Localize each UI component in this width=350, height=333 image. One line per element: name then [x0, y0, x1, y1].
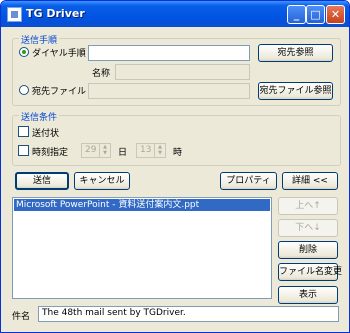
- app-icon[interactable]: [7, 7, 22, 22]
- dest-file-input: [88, 83, 250, 99]
- hour-unit: 時: [173, 148, 183, 158]
- hour-spinner: 13 ▲ ▼: [136, 143, 166, 158]
- hour-spin-arrows: ▲ ▼: [154, 144, 165, 157]
- dial-input[interactable]: [88, 45, 250, 61]
- day-unit: 日: [118, 148, 128, 158]
- dest-browse-button[interactable]: 宛先参照: [258, 44, 333, 62]
- properties-button[interactable]: プロパティ: [220, 172, 277, 190]
- dest-file-radio[interactable]: [19, 85, 29, 95]
- day-spinner: 29 ▲ ▼: [81, 143, 111, 158]
- move-up-button: 上へ↑: [278, 197, 338, 215]
- delete-button[interactable]: 削除: [278, 241, 338, 259]
- dial-radio[interactable]: [19, 47, 29, 57]
- rename-button[interactable]: ファイル名変更: [278, 263, 342, 281]
- time-label: 時刻指定: [32, 148, 69, 158]
- hour-value: 13: [140, 145, 152, 155]
- send-conditions-group: 送信条件: [12, 110, 341, 166]
- name-label: 名称: [92, 69, 111, 79]
- close-button[interactable]: ✕: [326, 5, 345, 24]
- window-title: TG Driver: [26, 7, 85, 20]
- dial-label: ダイヤル手順: [32, 49, 86, 59]
- dest-file-browse-button[interactable]: 宛先ファイル参照: [258, 82, 333, 100]
- cover-label: 送付状: [32, 129, 60, 139]
- send-conditions-legend: 送信条件: [19, 110, 60, 123]
- cancel-button[interactable]: キャンセル: [74, 172, 130, 190]
- tg-driver-window: TG Driver _ □ ✕ 送信手順 ダイヤル手順 宛先参照 名称 宛先ファ…: [0, 0, 350, 333]
- view-button[interactable]: 表示: [278, 286, 338, 304]
- subject-label: 件名: [12, 312, 31, 322]
- subject-input[interactable]: The 48th mail sent by TGDriver.: [38, 306, 339, 322]
- send-button[interactable]: 送信: [15, 172, 69, 190]
- dest-file-label: 宛先ファイル: [32, 87, 87, 97]
- cover-checkbox[interactable]: [18, 126, 29, 137]
- day-spin-arrows: ▲ ▼: [99, 144, 110, 157]
- title-bar[interactable]: TG Driver _ □ ✕: [1, 1, 349, 27]
- details-button[interactable]: 詳細 <<: [282, 172, 338, 190]
- move-down-button: 下へ↓: [278, 219, 338, 237]
- day-value: 29: [85, 145, 97, 155]
- name-input: [115, 64, 250, 80]
- send-method-legend: 送信手順: [19, 33, 60, 46]
- maximize-button[interactable]: □: [306, 5, 325, 24]
- list-item[interactable]: Microsoft PowerPoint - 資料送付案内文.ppt: [14, 199, 270, 211]
- file-list[interactable]: Microsoft PowerPoint - 資料送付案内文.ppt: [12, 197, 272, 299]
- minimize-button[interactable]: _: [287, 5, 306, 24]
- time-checkbox[interactable]: [18, 145, 29, 156]
